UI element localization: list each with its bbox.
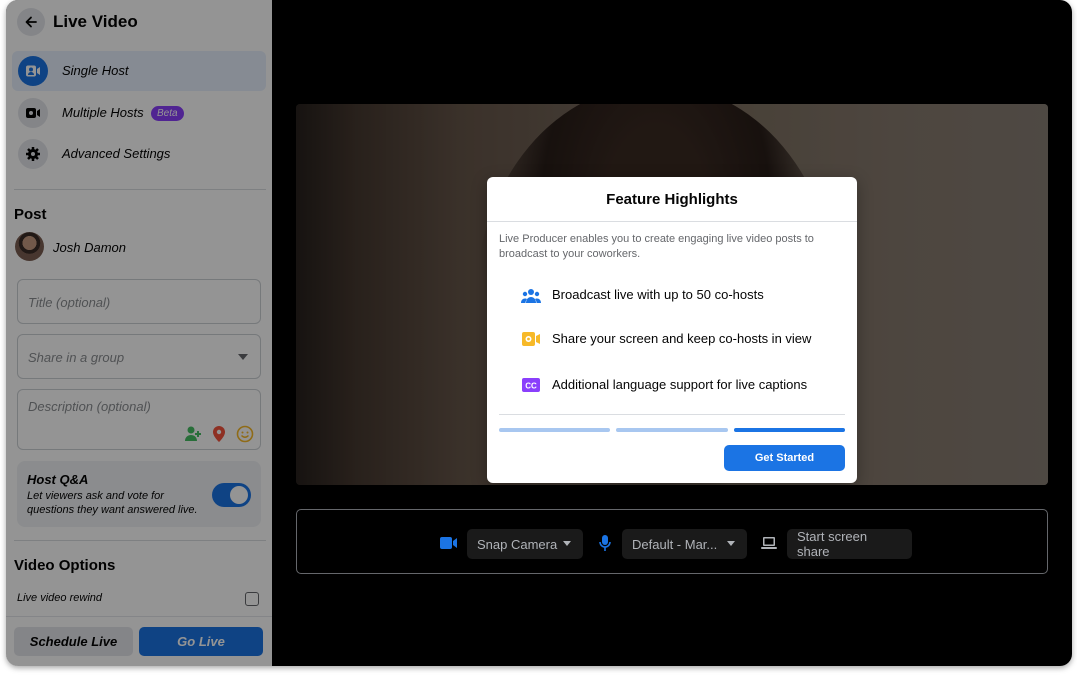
step-indicator (616, 428, 728, 432)
divider (499, 414, 845, 415)
screen-share-icon (521, 329, 541, 349)
laptop-icon (761, 537, 777, 549)
feature-highlights-dialog: Feature Highlights Live Producer enables… (487, 177, 857, 483)
sidebar: Live Video Single Host Multiple Hosts Be… (6, 0, 272, 666)
media-controls: Snap Camera Default - Mar... Start scree… (296, 509, 1048, 574)
start-screen-share-button[interactable]: Start screen share (787, 529, 912, 559)
microphone-select[interactable]: Default - Mar... (622, 529, 747, 559)
dialog-intro: Live Producer enables you to create enga… (499, 233, 814, 260)
camera-select[interactable]: Snap Camera (467, 529, 583, 559)
microphone-icon (599, 535, 611, 551)
dialog-title: Feature Highlights (606, 191, 738, 208)
svg-text:CC: CC (525, 382, 537, 391)
microphone-select-value: Default - Mar... (632, 536, 718, 552)
live-producer-window: Live Video Single Host Multiple Hosts Be… (6, 0, 1072, 666)
screen-share-label: Start screen share (797, 529, 868, 559)
people-icon (521, 286, 541, 306)
feature-text: Additional language support for live cap… (552, 377, 808, 392)
chevron-down-icon (563, 541, 571, 546)
get-started-button[interactable]: Get Started (724, 445, 845, 471)
camera-select-value: Snap Camera (477, 536, 558, 552)
feature-text: Share your screen and keep co-hosts in v… (552, 331, 812, 346)
feature-text: Broadcast live with up to 50 co-hosts (552, 287, 764, 302)
modal-overlay (6, 0, 272, 666)
chevron-down-icon (727, 541, 735, 546)
captions-icon: CC (521, 375, 541, 395)
step-indicator-active (734, 428, 845, 432)
video-camera-icon (440, 537, 457, 549)
step-indicator (499, 428, 610, 432)
divider (487, 221, 857, 222)
